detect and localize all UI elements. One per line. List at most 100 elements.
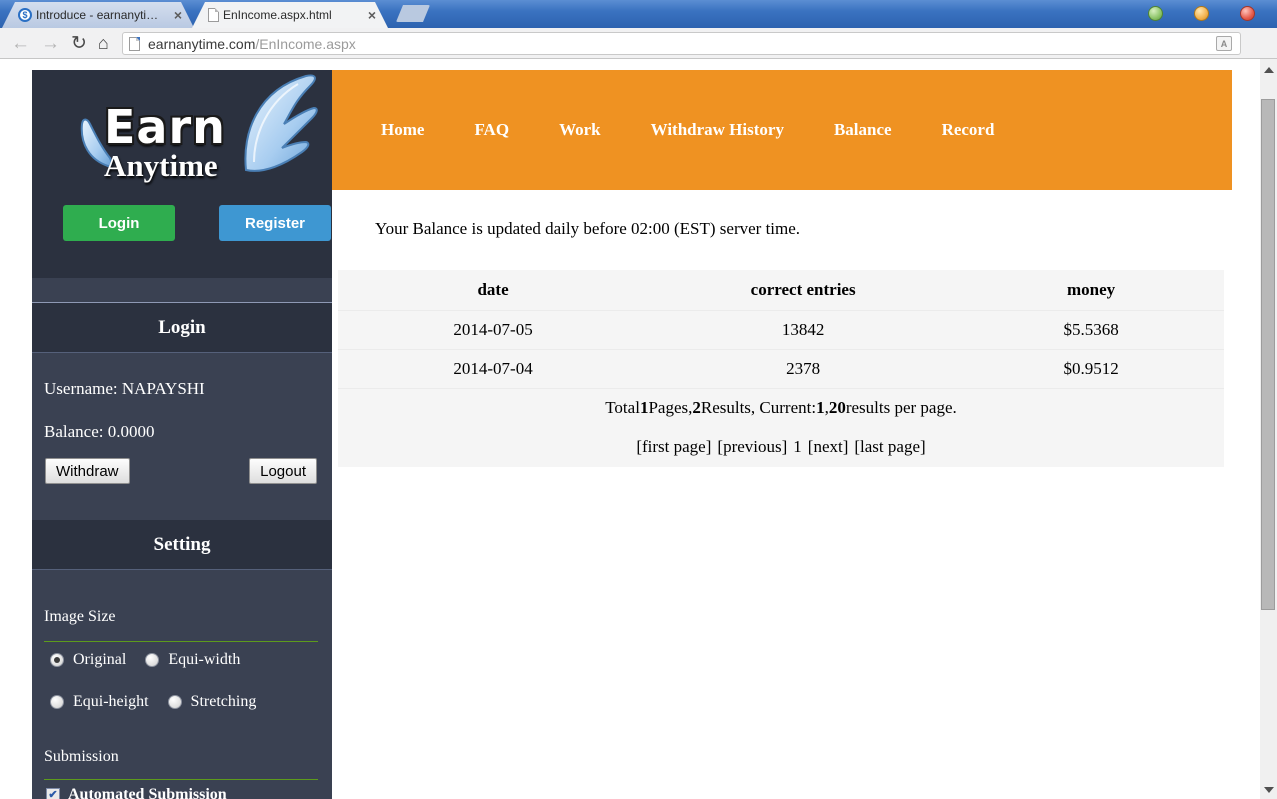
url-domain: earnanytime.com: [148, 36, 255, 52]
login-panel: Username: NAPAYSHI Balance: 0.0000 Withd…: [32, 353, 332, 520]
translate-icon[interactable]: A: [1216, 36, 1232, 51]
table-summary-row: Total 1 Pages, 2 Results, Current: 1, 20…: [338, 388, 1224, 427]
main-nav: Home FAQ Work Withdraw History Balance R…: [332, 70, 1232, 190]
image-size-label: Image Size: [44, 608, 116, 626]
window-minimize-button[interactable]: [1148, 6, 1163, 21]
automated-submission-checkbox[interactable]: ✔: [46, 788, 60, 799]
scroll-down-icon[interactable]: [1264, 787, 1274, 793]
cell-date: 2014-07-05: [338, 320, 648, 340]
withdraw-button[interactable]: Withdraw: [45, 458, 130, 484]
forward-icon[interactable]: →: [41, 34, 60, 53]
browser-window: $ Introduce - earnanytime.co × EnIncome.…: [0, 0, 1277, 799]
tab-enincome[interactable]: EnIncome.aspx.html ×: [192, 2, 388, 28]
summary-current-page: 1: [816, 398, 825, 418]
header-date: date: [338, 280, 648, 300]
earnings-table: date correct entries money 2014-07-05 13…: [338, 270, 1224, 467]
dollar-coin-icon: $: [18, 8, 32, 22]
radio-label[interactable]: Original: [73, 651, 126, 669]
header-money: money: [958, 280, 1224, 300]
balance-text: Balance: 0.0000: [44, 422, 154, 442]
setting-section-title: Setting: [32, 520, 332, 570]
cell-entries: 2378: [648, 359, 958, 379]
address-bar[interactable]: earnanytime.com/EnIncome.aspx A: [122, 32, 1241, 55]
close-icon[interactable]: ×: [172, 7, 184, 23]
logo-wing-icon: [240, 72, 320, 182]
submission-label: Submission: [44, 748, 119, 766]
auth-buttons: Login Register: [63, 205, 331, 241]
page-content: Earn Anytime Login Register Login Userna…: [0, 59, 1277, 799]
table-row: 2014-07-05 13842 $5.5368: [338, 310, 1224, 349]
login-button[interactable]: Login: [63, 205, 175, 241]
sidebar: Earn Anytime Login Register Login Userna…: [32, 70, 332, 799]
browser-toolbar: ← → ↻ ⌂ earnanytime.com/EnIncome.aspx A: [0, 28, 1277, 59]
username-text: Username: NAPAYSHI: [44, 379, 205, 399]
automated-submission-row: ✔ Automated Submission: [46, 786, 227, 799]
nav-record[interactable]: Record: [942, 120, 995, 140]
cell-money: $0.9512: [958, 359, 1224, 379]
logo-text-anytime: Anytime: [104, 148, 218, 184]
current-page-number: 1: [793, 437, 802, 457]
summary-text: Pages,: [648, 398, 692, 418]
tab-introduce[interactable]: $ Introduce - earnanytime.co ×: [2, 2, 194, 28]
radio-equi-width[interactable]: [145, 653, 159, 667]
login-section-title: Login: [32, 303, 332, 353]
vertical-scrollbar[interactable]: [1260, 59, 1277, 799]
url-text: earnanytime.com/EnIncome.aspx: [148, 36, 356, 52]
setting-panel: Image Size Original Equi-width Equi-heig…: [32, 570, 332, 797]
divider: [44, 779, 318, 780]
logo-section: Earn Anytime Login Register: [32, 70, 332, 278]
cell-money: $5.5368: [958, 320, 1224, 340]
tab-title: Introduce - earnanytime.co: [36, 8, 168, 22]
scrollbar-thumb[interactable]: [1261, 99, 1275, 610]
nav-withdraw-history[interactable]: Withdraw History: [651, 120, 784, 140]
close-icon[interactable]: ×: [366, 7, 378, 23]
back-icon[interactable]: ←: [11, 34, 30, 53]
table-row: 2014-07-04 2378 $0.9512: [338, 349, 1224, 388]
radio-label[interactable]: Equi-height: [73, 693, 149, 711]
window-close-button[interactable]: [1240, 6, 1255, 21]
table-header-row: date correct entries money: [338, 270, 1224, 310]
radio-label[interactable]: Stretching: [191, 693, 257, 711]
radio-original[interactable]: [50, 653, 64, 667]
summary-pages-count: 1: [640, 398, 649, 418]
window-maximize-button[interactable]: [1194, 6, 1209, 21]
browser-titlebar: $ Introduce - earnanytime.co × EnIncome.…: [0, 0, 1277, 28]
main-content: Home FAQ Work Withdraw History Balance R…: [332, 70, 1232, 467]
header-correct-entries: correct entries: [648, 280, 958, 300]
image-size-radio-row: Original Equi-width: [50, 651, 250, 669]
first-page-link[interactable]: [first page]: [636, 437, 711, 457]
radio-label[interactable]: Equi-width: [168, 651, 240, 669]
previous-page-link[interactable]: [previous]: [717, 437, 787, 457]
scroll-up-icon[interactable]: [1264, 67, 1274, 73]
sidebar-divider-strip: [32, 278, 332, 303]
divider: [44, 641, 318, 642]
radio-stretching[interactable]: [168, 695, 182, 709]
nav-work[interactable]: Work: [559, 120, 601, 140]
summary-text: results per page.: [846, 398, 957, 418]
nav-balance[interactable]: Balance: [834, 120, 892, 140]
automated-submission-label: Automated Submission: [68, 786, 227, 799]
balance-update-notice: Your Balance is updated daily before 02:…: [375, 219, 1232, 239]
next-page-link[interactable]: [next]: [808, 437, 849, 457]
summary-results-count: 2: [692, 398, 701, 418]
refresh-icon[interactable]: ↻: [71, 34, 87, 53]
logo-text-earn: Earn: [104, 100, 226, 154]
logout-button[interactable]: Logout: [249, 458, 317, 484]
new-tab-button[interactable]: [396, 5, 430, 22]
radio-equi-height[interactable]: [50, 695, 64, 709]
summary-text: Total: [605, 398, 640, 418]
nav-faq[interactable]: FAQ: [474, 120, 509, 140]
summary-text: Results, Current:: [701, 398, 816, 418]
cell-date: 2014-07-04: [338, 359, 648, 379]
home-icon[interactable]: ⌂: [98, 34, 109, 52]
image-size-radio-row: Equi-height Stretching: [50, 693, 266, 711]
pagination-row: [first page] [previous] 1 [next] [last p…: [338, 427, 1224, 467]
nav-home[interactable]: Home: [381, 120, 424, 140]
url-path: /EnIncome.aspx: [255, 36, 355, 52]
page-icon: [129, 37, 140, 51]
cell-entries: 13842: [648, 320, 958, 340]
summary-per-page: 20: [829, 398, 846, 418]
page-icon: [208, 8, 219, 22]
last-page-link[interactable]: [last page]: [854, 437, 925, 457]
register-button[interactable]: Register: [219, 205, 331, 241]
